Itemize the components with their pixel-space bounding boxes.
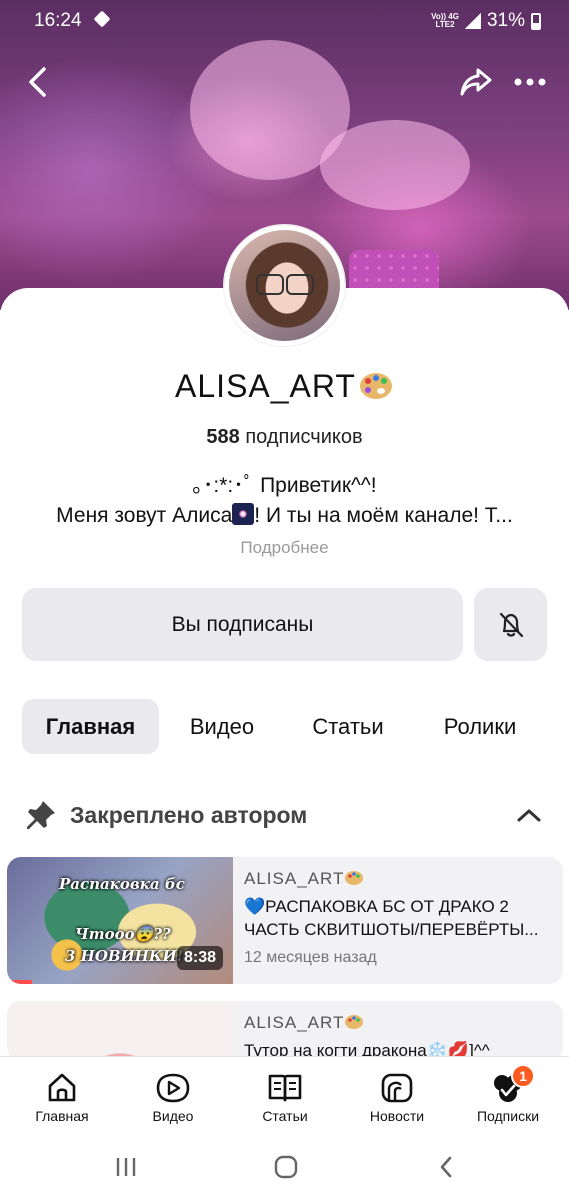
tab-shorts[interactable]: Ролики bbox=[411, 699, 549, 754]
home-icon bbox=[48, 1073, 76, 1102]
description-text-a: Меня зовут Алиса bbox=[56, 504, 233, 527]
video-card[interactable]: ALISA_ART Тутор на когти дракона❄️💋]^^ bbox=[7, 1001, 563, 1061]
nav-news-label: Новости bbox=[369, 1108, 425, 1124]
nav-home[interactable]: Главная bbox=[17, 1071, 107, 1124]
status-bar: 16:24 Vo)) 4G LTE2 31% bbox=[0, 0, 569, 42]
thumbnail-caption: Чтооо😨?? bbox=[75, 925, 171, 943]
recent-apps-icon bbox=[116, 1158, 136, 1176]
video-thumbnail[interactable] bbox=[7, 1001, 233, 1061]
more-horizontal-icon bbox=[514, 78, 546, 86]
system-navigation-bar bbox=[0, 1134, 569, 1200]
pin-icon bbox=[27, 801, 55, 829]
recent-apps-button[interactable] bbox=[106, 1152, 146, 1182]
notifications-button[interactable] bbox=[474, 588, 547, 661]
home-system-button[interactable] bbox=[266, 1152, 306, 1182]
subscriber-count: 588 подписчиков bbox=[0, 426, 569, 449]
palette-icon bbox=[345, 871, 364, 885]
video-author-text: ALISA_ART bbox=[244, 869, 345, 888]
palette-icon bbox=[345, 1015, 364, 1029]
bottom-navigation: Главная Видео Статьи Новости 1 Подписки bbox=[0, 1056, 569, 1134]
nav-video[interactable]: Видео bbox=[128, 1071, 218, 1124]
video-play-icon bbox=[156, 1073, 190, 1103]
signal-icon bbox=[464, 13, 481, 29]
system-back-button[interactable] bbox=[426, 1152, 466, 1182]
chevron-left-icon bbox=[29, 67, 46, 97]
channel-description-line-2: Меня зовут Алиса ! И ты на моём канале! Т… bbox=[20, 503, 549, 528]
collapse-pinned-button[interactable] bbox=[512, 800, 546, 830]
video-title[interactable]: 💙РАСПАКОВКА БС ОТ ДРАКО 2 ЧАСТЬ СКВИТШОТ… bbox=[244, 895, 549, 941]
video-card[interactable]: Распаковка бс Чтооо😨?? 3 НОВИНКИ! 8:38 A… bbox=[7, 857, 563, 984]
firework-emoji-icon bbox=[232, 503, 255, 525]
thumbnail-caption: Распаковка бс bbox=[59, 875, 185, 893]
subscriber-number: 588 bbox=[206, 426, 240, 448]
book-icon bbox=[268, 1074, 302, 1102]
channel-description-line-1: ｡･:*:･ﾟ Приветик^^! bbox=[192, 474, 377, 497]
share-button[interactable] bbox=[456, 62, 496, 102]
channel-name: ALISA_ART bbox=[0, 368, 569, 405]
watch-progress-bar bbox=[7, 980, 32, 984]
nav-subscriptions-label: Подписки bbox=[476, 1108, 540, 1124]
palette-icon bbox=[359, 373, 392, 399]
chevron-left-icon bbox=[440, 1156, 452, 1178]
nav-subscriptions[interactable]: 1 Подписки bbox=[463, 1064, 553, 1124]
more-options-button[interactable] bbox=[510, 62, 550, 102]
video-author[interactable]: ALISA_ART bbox=[244, 869, 549, 889]
channel-avatar[interactable] bbox=[224, 225, 345, 346]
battery-icon bbox=[531, 12, 541, 30]
description-text-b: ! И ты на моём канале! Т... bbox=[254, 504, 513, 527]
nav-articles-label: Статьи bbox=[262, 1108, 308, 1124]
subscribed-button[interactable]: Вы подписаны bbox=[22, 588, 463, 661]
video-duration: 8:38 bbox=[176, 946, 223, 970]
tab-articles[interactable]: Статьи bbox=[285, 699, 411, 754]
status-time: 16:24 bbox=[34, 10, 82, 31]
network-lte: LTE2 bbox=[435, 20, 455, 29]
tab-video[interactable]: Видео bbox=[159, 699, 285, 754]
channel-tabs: Главная Видео Статьи Ролики bbox=[22, 699, 549, 754]
tab-home[interactable]: Главная bbox=[22, 699, 159, 754]
subscriber-label: подписчиков bbox=[245, 426, 363, 448]
video-author[interactable]: ALISA_ART bbox=[244, 1013, 549, 1033]
share-icon bbox=[460, 68, 492, 96]
notification-badge: 1 bbox=[511, 1064, 535, 1088]
battery-percent: 31% bbox=[486, 10, 525, 31]
video-thumbnail[interactable]: Распаковка бс Чтооо😨?? 3 НОВИНКИ! 8:38 bbox=[7, 857, 233, 984]
more-details-link[interactable]: Подробнее bbox=[0, 538, 569, 558]
nav-video-label: Видео bbox=[152, 1108, 194, 1124]
chevron-up-icon bbox=[517, 809, 541, 822]
pinned-section-header: Закреплено автором bbox=[24, 795, 307, 835]
notification-icon bbox=[93, 10, 111, 28]
channel-name-text: ALISA_ART bbox=[175, 368, 356, 404]
network-indicator: Vo)) 4G LTE2 bbox=[431, 13, 459, 29]
nav-home-label: Главная bbox=[35, 1108, 89, 1124]
news-icon bbox=[381, 1073, 413, 1103]
video-date: 12 месяцев назад bbox=[244, 949, 377, 966]
nav-articles[interactable]: Статьи bbox=[240, 1071, 330, 1124]
video-author-text: ALISA_ART bbox=[244, 1013, 345, 1032]
back-button[interactable] bbox=[18, 62, 58, 102]
pinned-title: Закреплено автором bbox=[70, 801, 308, 828]
thumbnail-caption: 3 НОВИНКИ! bbox=[65, 947, 184, 965]
bell-off-icon bbox=[499, 612, 523, 637]
nav-news[interactable]: Новости bbox=[352, 1071, 442, 1124]
home-square-icon bbox=[274, 1155, 298, 1179]
